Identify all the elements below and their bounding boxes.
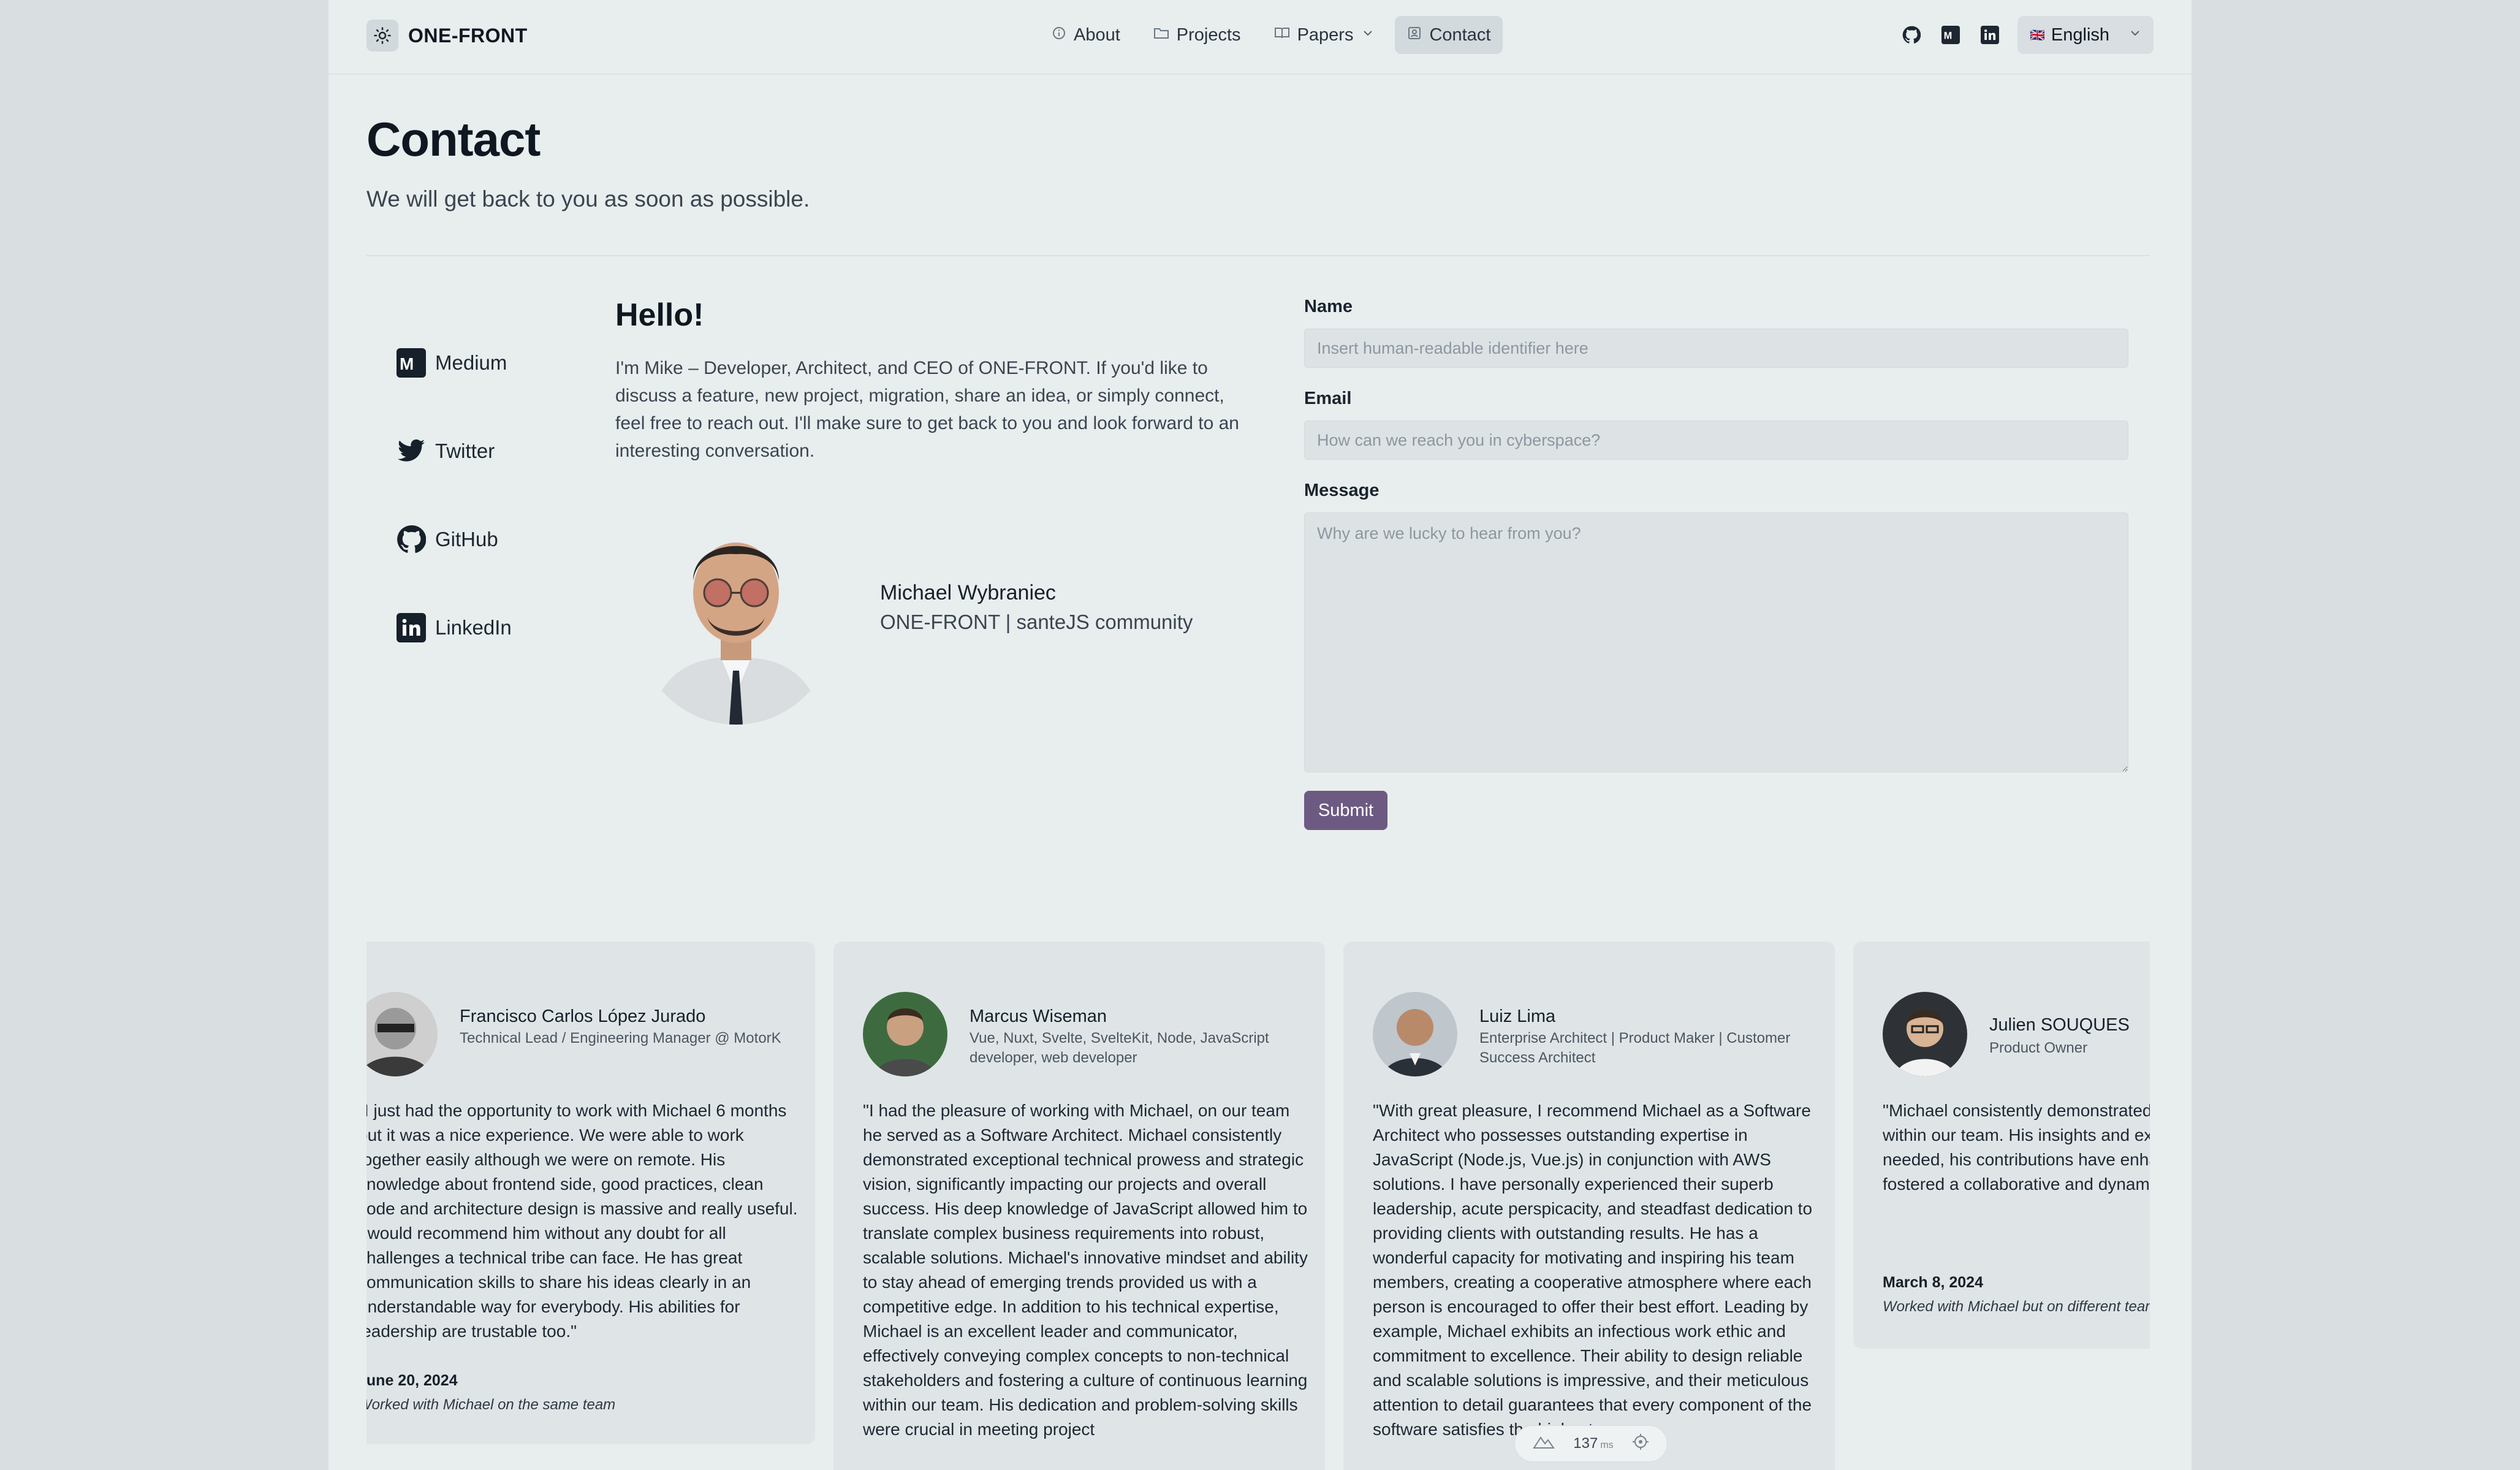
testimonial-name: Julien SOUQUES xyxy=(1989,1015,2130,1035)
github-icon xyxy=(396,524,427,555)
hello-title: Hello! xyxy=(615,297,704,333)
nav-contact[interactable]: Contact xyxy=(1395,16,1503,54)
chevron-down-icon xyxy=(1362,27,1374,43)
email-field[interactable] xyxy=(1304,421,2128,460)
linkedin-icon[interactable] xyxy=(1976,21,2004,49)
contact-form: Name Email Message Submit xyxy=(1304,297,2128,830)
testimonial-text: "With great pleasure, I recommend Michae… xyxy=(1373,1101,1813,1439)
main-nav: About Projects Papers Contact xyxy=(1039,16,1511,54)
testimonial-note: Worked with Michael but on different tea… xyxy=(1883,1298,2150,1315)
header-actions: M 🇬🇧 English xyxy=(1886,16,2154,54)
folder-icon xyxy=(1153,26,1169,45)
testimonial-text: "I had the pleasure of working with Mich… xyxy=(863,1101,1308,1439)
testimonial-name: Francisco Carlos López Jurado xyxy=(460,1007,706,1026)
testimonial-role: Enterprise Architect | Product Maker | C… xyxy=(1479,1030,1791,1066)
hello-text: I'm Mike – Developer, Architect, and CEO… xyxy=(615,358,1239,461)
social-label: Medium xyxy=(435,351,507,374)
perf-number: 137 xyxy=(1573,1435,1598,1452)
twitter-icon xyxy=(396,436,427,467)
nav-about-label: About xyxy=(1074,25,1120,45)
mountain-icon xyxy=(1533,1434,1555,1453)
nav-about[interactable]: About xyxy=(1039,16,1133,54)
message-label: Message xyxy=(1304,481,1380,500)
logo[interactable]: ONE-FRONT xyxy=(366,20,528,51)
nav-papers[interactable]: Papers xyxy=(1262,16,1387,54)
avatar xyxy=(366,992,438,1076)
chevron-down-icon xyxy=(2129,27,2141,43)
sun-logo-icon xyxy=(366,20,398,51)
submit-button[interactable]: Submit xyxy=(1304,791,1387,830)
language-label: English xyxy=(2051,25,2110,45)
language-selector[interactable]: 🇬🇧 English xyxy=(2017,16,2154,54)
contact-icon xyxy=(1407,26,1422,45)
section-divider xyxy=(366,255,2150,256)
testimonial-card: Luiz Lima Enterprise Architect | Product… xyxy=(1343,942,1835,1470)
avatar xyxy=(863,992,947,1076)
flag-uk-icon: 🇬🇧 xyxy=(2030,28,2045,42)
page-subtitle: We will get back to you as soon as possi… xyxy=(366,186,810,211)
social-link-medium[interactable]: M Medium xyxy=(396,319,512,407)
testimonial-name: Marcus Wiseman xyxy=(970,1007,1107,1026)
logo-text: ONE-FRONT xyxy=(408,24,528,47)
social-label: Twitter xyxy=(435,440,495,462)
testimonial-card: Julien SOUQUES Product Owner "Michael co… xyxy=(1853,942,2150,1349)
testimonial-role: Product Owner xyxy=(1989,1040,2088,1056)
testimonial-date: March 8, 2024 xyxy=(1883,1274,1983,1291)
social-links: M Medium Twitter GitHub LinkedIn xyxy=(396,319,512,672)
medium-icon[interactable]: M xyxy=(1937,21,1965,49)
testimonial-name: Luiz Lima xyxy=(1479,1007,1556,1026)
info-icon xyxy=(1052,26,1066,45)
target-icon[interactable] xyxy=(1632,1433,1649,1455)
performance-widget[interactable]: 137 ms xyxy=(1514,1425,1668,1462)
linkedin-icon xyxy=(396,612,427,643)
email-label: Email xyxy=(1304,389,1352,408)
testimonial-date: June 20, 2024 xyxy=(366,1372,458,1389)
testimonial-role: Vue, Nuxt, Svelte, SvelteKit, Node, Java… xyxy=(970,1030,1269,1066)
avatar xyxy=(1373,992,1457,1076)
nav-papers-label: Papers xyxy=(1297,25,1354,45)
social-link-twitter[interactable]: Twitter xyxy=(396,407,512,495)
nav-projects[interactable]: Projects xyxy=(1141,16,1253,54)
svg-text:M: M xyxy=(1944,30,1953,41)
name-field[interactable] xyxy=(1304,329,2128,368)
social-link-linkedin[interactable]: LinkedIn xyxy=(396,584,512,672)
testimonial-role: Technical Lead / Engineering Manager @ M… xyxy=(460,1030,781,1046)
author-photo xyxy=(635,510,837,731)
name-label: Name xyxy=(1304,297,1353,316)
testimonial-note: Worked with Michael on the same team xyxy=(366,1396,616,1413)
top-navigation-bar: ONE-FRONT About Projects Papers Contact … xyxy=(328,0,2192,75)
svg-text:M: M xyxy=(400,354,414,373)
page-container: ONE-FRONT About Projects Papers Contact … xyxy=(328,0,2192,1470)
author-name: Michael Wybraniec xyxy=(880,581,1056,604)
testimonial-text: "Michael consistently demonstrated suppo… xyxy=(1883,1101,2150,1194)
testimonial-card: Francisco Carlos López Jurado Technical … xyxy=(366,942,815,1444)
social-label: LinkedIn xyxy=(435,616,512,639)
message-field[interactable] xyxy=(1304,512,2128,772)
medium-icon: M xyxy=(396,348,427,378)
page-title: Contact xyxy=(366,112,541,166)
testimonial-text: "I just had the opportunity to work with… xyxy=(366,1101,798,1341)
avatar xyxy=(1883,992,1967,1076)
testimonials-carousel[interactable]: Francisco Carlos López Jurado Technical … xyxy=(366,942,2150,1470)
nav-projects-label: Projects xyxy=(1176,25,1241,45)
book-icon xyxy=(1274,26,1290,45)
testimonial-card: Marcus Wiseman Vue, Nuxt, Svelte, Svelte… xyxy=(833,942,1325,1470)
nav-contact-label: Contact xyxy=(1429,25,1491,45)
github-icon[interactable] xyxy=(1897,21,1926,49)
perf-unit: ms xyxy=(1600,1440,1614,1450)
perf-value: 137 ms xyxy=(1573,1435,1613,1452)
social-link-github[interactable]: GitHub xyxy=(396,495,512,584)
social-label: GitHub xyxy=(435,528,498,550)
author-role: ONE-FRONT | santeJS community xyxy=(880,611,1193,633)
